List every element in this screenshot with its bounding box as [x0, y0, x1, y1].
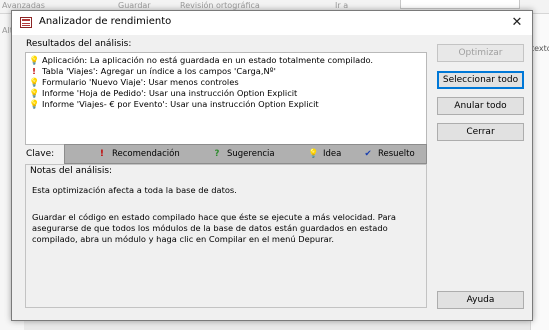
idea-icon: 💡 [29, 88, 40, 98]
background-field [400, 0, 520, 9]
notes-label: Notas del análisis: [30, 166, 113, 176]
key-label-text: Idea [323, 149, 342, 159]
key-legend: ! Recomendación ? Sugerencia 💡 Idea ✔ Resuel… [64, 144, 427, 164]
key-label: Clave: [26, 149, 55, 159]
performance-analyzer-dialog: Analizador de rendimiento ✕ Resultados d… [11, 10, 533, 321]
result-text: Informe 'Viajes- € por Evento': Usar una… [42, 99, 319, 109]
notes-explanation-text: Guardar el código en estado compilado ha… [32, 212, 397, 244]
key-label-text: Sugerencia [227, 149, 275, 159]
lightbulb-icon: 💡 [308, 149, 319, 159]
list-item[interactable]: 💡 Formulario 'Nuevo Viaje': Usar menos co… [29, 77, 239, 88]
cancel-all-button[interactable]: Anular todo [437, 97, 524, 115]
list-item[interactable]: 💡 Aplicación: La aplicación no está guard… [29, 55, 373, 66]
key-suggestion: ? Sugerencia [212, 148, 275, 160]
optimize-button[interactable]: Optimizar [437, 44, 524, 62]
close-icon[interactable]: ✕ [506, 13, 528, 33]
select-all-button[interactable]: Seleccionar todo [437, 71, 524, 89]
key-label-text: Recomendación [112, 149, 180, 159]
exclamation-icon: ! [100, 149, 104, 159]
question-icon: ? [214, 149, 220, 159]
results-label: Resultados del análisis: [26, 39, 132, 49]
idea-icon: 💡 [29, 77, 40, 87]
result-text: Formulario 'Nuevo Viaje': Usar menos con… [42, 77, 239, 87]
ribbon-item-ir-a: Ir a [335, 1, 349, 10]
result-text: Tabla 'Viajes': Agregar un índice a los … [42, 66, 276, 76]
ribbon-item-revision: Revisión ortográfica [180, 1, 260, 10]
key-resolved: ✔ Resuelto [363, 148, 415, 160]
ribbon-item-guardar: Guardar [118, 1, 151, 10]
notes-scope-text: Esta optimización afecta a toda la base … [32, 185, 237, 195]
close-button[interactable]: Cerrar [437, 123, 524, 141]
key-label-text: Resuelto [378, 149, 415, 159]
key-idea: 💡 Idea [308, 148, 341, 160]
checkmark-icon: ✔ [364, 149, 372, 159]
dialog-title: Analizador de rendimiento [39, 16, 172, 27]
key-recommendation: ! Recomendación [97, 148, 180, 160]
idea-icon: 💡 [29, 99, 40, 109]
analyzer-app-icon [20, 17, 32, 28]
list-item[interactable]: 💡 Informe 'Viajes- € por Evento': Usar un… [29, 99, 319, 110]
title-bar[interactable]: Analizador de rendimiento ✕ [12, 11, 532, 35]
results-list[interactable]: 💡 Aplicación: La aplicación no está guard… [25, 52, 427, 145]
ribbon-item-avanzadas: Avanzadas [2, 1, 45, 10]
idea-icon: 💡 [29, 55, 40, 65]
recommendation-icon: ! [32, 66, 36, 76]
help-button[interactable]: Ayuda [437, 291, 524, 309]
list-item[interactable]: ! Tabla 'Viajes': Agregar un índice a los… [29, 66, 276, 77]
background-right-text: texto [531, 44, 549, 53]
result-text: Informe 'Hoja de Pedido': Usar una instr… [42, 88, 298, 98]
list-item[interactable]: 💡 Informe 'Hoja de Pedido': Usar una inst… [29, 88, 297, 99]
result-text: Aplicación: La aplicación no está guarda… [42, 55, 374, 65]
